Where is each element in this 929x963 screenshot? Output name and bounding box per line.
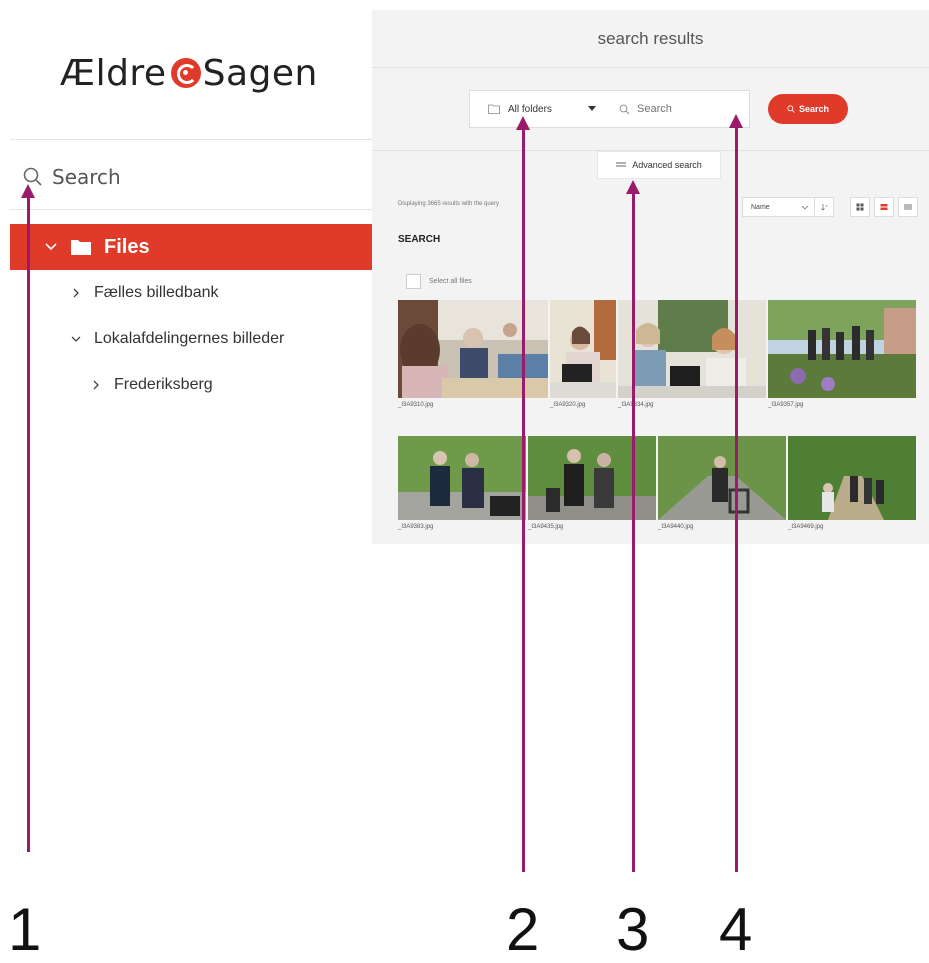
photo-people-walking-path [528, 436, 656, 520]
chevron-down-icon[interactable] [70, 333, 82, 345]
results-count: Displaying 3665 results with the query [398, 201, 500, 207]
sidebar-divider [10, 209, 372, 210]
logo: Ældre Sagen [60, 48, 318, 98]
folder-select[interactable]: All folders [469, 90, 611, 128]
select-all-files[interactable]: Select all files [406, 274, 472, 289]
advanced-search-label: Advanced search [632, 160, 702, 170]
callout-line-3 [632, 192, 635, 872]
list-icon [904, 204, 912, 210]
sort-value: Name [751, 203, 770, 211]
thumbnail-caption: _I3A9469.jpg [788, 524, 824, 530]
sidebar-divider [10, 139, 372, 140]
callout-number-2: 2 [506, 896, 540, 963]
sort-icon [821, 204, 828, 211]
page-title: search results [372, 10, 929, 68]
sidebar-item-label: Lokalafdelingernes billeder [94, 330, 285, 347]
sort-direction-button[interactable] [814, 197, 834, 217]
photo-woman-laptop [550, 300, 616, 398]
thumbnail-image[interactable] [550, 300, 616, 398]
photo-man-with-walker [658, 436, 786, 520]
sidebar-item-files[interactable]: Files [10, 224, 372, 270]
folder-icon [71, 240, 91, 255]
sidebar-item-label: Fælles billedbank [94, 284, 219, 301]
search-icon [787, 105, 795, 113]
callout-number-1: 1 [8, 896, 42, 963]
chevron-down-icon[interactable] [44, 240, 58, 254]
callout-arrow-3 [626, 180, 640, 194]
section-title: SEARCH [398, 234, 441, 245]
callout-arrow-1 [21, 184, 35, 198]
thumbnail-caption: _I3A9383.jpg [398, 524, 434, 530]
logo-text-right: Sagen [202, 52, 318, 94]
search-row: All folders Search [372, 90, 929, 130]
thumbnail-caption: _I3A9320.jpg [550, 402, 586, 408]
photo-group-forest-path [788, 436, 916, 520]
folder-select-value: All folders [508, 103, 552, 115]
logo-text-left: Ældre [60, 52, 167, 94]
thumbnail-image[interactable] [788, 436, 916, 520]
thumbnail-image[interactable] [768, 300, 916, 398]
thumbnail-caption: _I3A9440.jpg [658, 524, 694, 530]
callout-line-4 [735, 126, 738, 872]
callout-line-1 [27, 196, 30, 852]
callout-line-2 [522, 128, 525, 872]
thumbnail-caption: _I3A9334.jpg [618, 402, 654, 408]
callout-number-4: 4 [719, 896, 753, 963]
grid-large-icon [880, 204, 888, 210]
list-view-button[interactable] [898, 197, 918, 217]
photo-two-women-talking [618, 300, 766, 398]
advanced-search-button[interactable]: Advanced search [597, 151, 721, 179]
photo-two-women-walking [398, 436, 526, 520]
thumbnail-image[interactable] [658, 436, 786, 520]
sidebar-search[interactable]: Search [22, 160, 352, 194]
thumbnail-image[interactable] [398, 436, 526, 520]
menu-lines-icon [616, 162, 627, 167]
sort-select[interactable]: Name [742, 197, 816, 217]
search-icon [619, 104, 630, 114]
callout-arrow-4 [729, 114, 743, 128]
photo-group-outdoors [768, 300, 916, 398]
thumbnail-image[interactable] [398, 300, 548, 398]
search-input[interactable] [635, 102, 739, 116]
callout-number-3: 3 [616, 896, 650, 963]
search-button[interactable]: Search [768, 94, 848, 124]
thumbnail-image[interactable] [528, 436, 656, 520]
sidebar-item-label: Files [104, 235, 150, 258]
callout-arrow-2 [516, 116, 530, 130]
select-all-checkbox[interactable] [406, 274, 421, 289]
caret-down-icon [588, 106, 596, 111]
sidebar-item-faelles-billedbank[interactable]: Fælles billedbank [70, 284, 219, 302]
thumbnail-caption: _I3A9357.jpg [768, 402, 804, 408]
sidebar-item-frederiksberg[interactable]: Frederiksberg [90, 376, 213, 394]
photo-people-at-table [398, 300, 548, 398]
search-results-panel: search results All folders Search Search… [372, 10, 929, 544]
select-all-label: Select all files [429, 278, 472, 285]
grid-view-button[interactable] [850, 197, 870, 217]
sidebar-item-lokalafdelingernes-billeder[interactable]: Lokalafdelingernes billeder [70, 330, 284, 348]
search-button-label: Search [798, 104, 830, 114]
logo-mark-icon [170, 58, 201, 88]
chevron-right-icon[interactable] [70, 287, 82, 299]
chevron-right-icon[interactable] [90, 379, 102, 391]
thumbnail-caption: _I3A9310.jpg [398, 402, 434, 408]
thumbnail-caption: _I3A9435.jpg [528, 524, 564, 530]
large-grid-view-button[interactable] [874, 197, 894, 217]
sidebar-item-label: Frederiksberg [114, 376, 213, 393]
grid-icon [856, 203, 864, 211]
thumbnail-image[interactable] [618, 300, 766, 398]
sidebar-search-placeholder: Search [52, 165, 121, 189]
folder-icon [488, 104, 500, 114]
chevron-down-icon [801, 205, 809, 210]
